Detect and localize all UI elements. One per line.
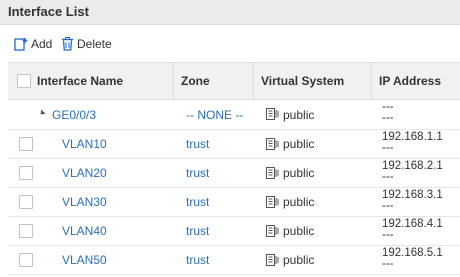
- zone-link[interactable]: trust: [186, 159, 209, 187]
- virtual-system-icon: [266, 224, 279, 237]
- zone-link[interactable]: trust: [186, 246, 209, 274]
- ipv6-value: ---: [382, 142, 394, 154]
- add-button[interactable]: Add: [14, 36, 52, 52]
- virtual-system-value: public: [283, 166, 315, 180]
- virtual-system-cell: public: [266, 159, 314, 187]
- row-checkbox[interactable]: [19, 137, 33, 151]
- ip-address-cell: 192.168.4.1 ---: [382, 217, 460, 245]
- interface-name-link[interactable]: VLAN30: [62, 188, 107, 216]
- virtual-system-cell: public: [266, 217, 314, 245]
- interface-name-link[interactable]: VLAN40: [62, 217, 107, 245]
- virtual-system-icon: [266, 253, 279, 266]
- panel-title: Interface List: [8, 4, 89, 19]
- table-row[interactable]: VLAN50 trust public 192.168.5.1 ---: [8, 246, 460, 275]
- virtual-system-cell: public: [266, 188, 314, 216]
- column-header-interface-name[interactable]: Interface Name: [8, 63, 174, 100]
- ipv6-value: ---: [382, 200, 394, 212]
- ip-address-cell: 192.168.5.1 ---: [382, 246, 460, 274]
- interface-name-link[interactable]: VLAN50: [62, 246, 107, 274]
- virtual-system-value: public: [283, 137, 315, 151]
- delete-button[interactable]: Delete: [61, 36, 112, 52]
- interface-name-link[interactable]: VLAN10: [62, 130, 107, 158]
- ip-address-cell: 192.168.2.1 ---: [382, 159, 460, 187]
- ip-address-cell: 192.168.1.1 ---: [382, 130, 460, 158]
- virtual-system-icon: [266, 166, 279, 179]
- expand-arrow-icon[interactable]: [38, 109, 46, 117]
- interface-name-link[interactable]: VLAN20: [62, 159, 107, 187]
- add-icon: [14, 38, 28, 51]
- ipv6-value: ---: [382, 171, 394, 183]
- zone-link[interactable]: trust: [186, 130, 209, 158]
- delete-label: Delete: [77, 37, 112, 51]
- toolbar: Add Delete: [0, 25, 460, 62]
- virtual-system-icon: [266, 137, 279, 150]
- table-row[interactable]: VLAN20 trust public 192.168.2.1 ---: [8, 159, 460, 188]
- virtual-system-icon: [266, 195, 279, 208]
- ipv6-value: ---: [382, 258, 394, 270]
- panel-header: Interface List: [0, 0, 460, 25]
- virtual-system-value: public: [283, 195, 315, 209]
- zone-link[interactable]: trust: [186, 217, 209, 245]
- column-header-ip-address[interactable]: IP Address: [372, 63, 460, 100]
- virtual-system-icon: [266, 108, 279, 120]
- table-header: Interface Name Zone Virtual System IP Ad…: [8, 62, 460, 100]
- trash-icon: [62, 37, 73, 51]
- table-row[interactable]: VLAN10 trust public 192.168.1.1 ---: [8, 130, 460, 159]
- add-label: Add: [31, 37, 53, 51]
- virtual-system-cell: public: [266, 100, 314, 129]
- interface-name-link[interactable]: GE0/0/3: [52, 100, 96, 129]
- ip-address-cell: 192.168.3.1 ---: [382, 188, 460, 216]
- column-header-virtual-system[interactable]: Virtual System: [254, 63, 372, 100]
- zone-link[interactable]: trust: [186, 188, 209, 216]
- row-checkbox[interactable]: [19, 195, 33, 209]
- virtual-system-value: public: [283, 107, 315, 122]
- virtual-system-cell: public: [266, 130, 314, 158]
- row-checkbox[interactable]: [19, 224, 33, 238]
- table-row[interactable]: VLAN30 trust public 192.168.3.1 ---: [8, 188, 460, 217]
- column-header-zone[interactable]: Zone: [174, 63, 254, 100]
- zone-link[interactable]: -- NONE --: [186, 100, 243, 129]
- table-row[interactable]: VLAN40 trust public 192.168.4.1 ---: [8, 217, 460, 246]
- ipv6-value: ---: [382, 112, 394, 124]
- ip-address-cell: --- ---: [382, 100, 460, 129]
- table-row[interactable]: GE0/0/3 -- NONE -- public --- ---: [8, 100, 460, 130]
- virtual-system-value: public: [283, 253, 315, 267]
- virtual-system-cell: public: [266, 246, 314, 274]
- interface-table: Interface Name Zone Virtual System IP Ad…: [8, 62, 460, 277]
- row-checkbox[interactable]: [19, 166, 33, 180]
- ipv6-value: ---: [382, 229, 394, 241]
- virtual-system-value: public: [283, 224, 315, 238]
- row-checkbox[interactable]: [19, 253, 33, 267]
